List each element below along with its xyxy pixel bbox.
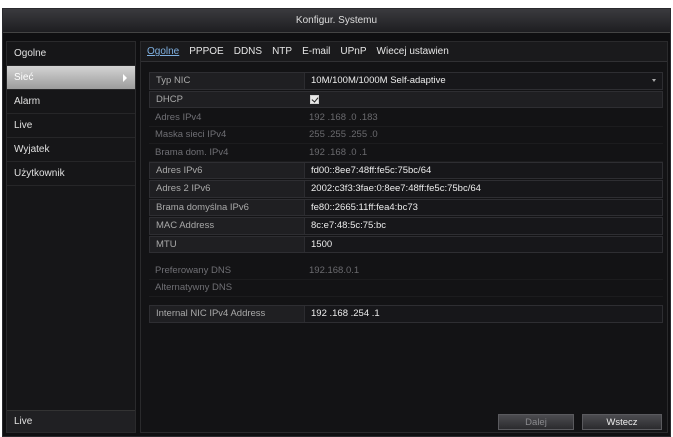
sidebar-item-uzytkownik[interactable]: Użytkownik [7,162,135,186]
sidebar-item-label: Alarm [14,96,41,107]
dhcp-label: DHCP [156,93,183,105]
sidebar-item-live[interactable]: Live [7,114,135,138]
network-settings-panel: Ogolne PPPOE DDNS NTP E-mail UPnP Wiecej… [140,41,668,433]
tab-ogolne[interactable]: Ogolne [147,46,179,57]
dhcp-row: DHCP [149,90,663,108]
alternate-dns-row: Alternatywny DNS [149,280,663,297]
nic-type-label: Typ NIC [156,75,191,87]
sidebar: Ogolne Sieć Alarm Live Wyjatek Użytkowni… [6,41,136,433]
ipv4-gateway-row: Brama dom. IPv4 192 .168 .0 .1 [149,144,663,162]
ipv4-mask-field: 255 .255 .255 .0 [309,129,378,141]
alternate-dns-field [303,280,663,297]
ipv4-address-field: 192 .168 .0 .183 [309,111,378,123]
dhcp-checkbox-wrap [304,92,662,108]
mtu-row: MTU 1500 [149,235,663,253]
ipv6-address-field[interactable]: fd00::8ee7:48ff:fe5c:75bc/64 [304,162,662,178]
live-view-button[interactable]: Live [7,410,135,432]
ipv6-gateway-row: Brama domyślna IPv6 fe80::2665:11ff:fea4… [149,198,663,216]
sidebar-item-siec[interactable]: Sieć [7,66,135,90]
tab-email[interactable]: E-mail [302,46,330,57]
mac-address-row: MAC Address 8c:e7:48:5c:75:bc [149,217,663,235]
ipv6-address-row: Adres IPv6 fd00::8ee7:48ff:fe5c:75bc/64 [149,161,663,179]
chevron-right-icon [123,74,127,82]
preferred-dns-field: 192.168.0.1 [309,264,360,276]
ipv4-gateway-label: Brama dom. IPv4 [155,146,229,158]
ipv6-address2-field[interactable]: 2002:c3f3:3fae:0:8ee7:48ff:fe5c:75bc/64 [304,181,662,197]
ipv4-address-label: Adres IPv4 [155,111,202,123]
ipv4-mask-label: Maska sieci IPv4 [155,129,227,141]
mtu-field[interactable]: 1500 [304,236,662,252]
ipv6-address2-label: Adres 2 IPv6 [156,183,211,195]
sidebar-item-label: Live [14,120,33,131]
mac-address-label: MAC Address [156,220,215,232]
sidebar-item-label: Ogolne [14,48,47,59]
sidebar-item-wyjatek[interactable]: Wyjatek [7,138,135,162]
tab-bar: Ogolne PPPOE DDNS NTP E-mail UPnP Wiecej… [141,42,667,62]
preferred-dns-row: Preferowany DNS 192.168.0.1 [149,262,663,280]
tab-ntp[interactable]: NTP [272,46,292,57]
tab-ddns[interactable]: DDNS [234,46,262,57]
mac-address-field: 8c:e7:48:5c:75:bc [304,218,662,234]
ipv6-gateway-field[interactable]: fe80::2665:11ff:fea4:bc73 [304,199,662,215]
sidebar-item-alarm[interactable]: Alarm [7,90,135,114]
tab-more-settings[interactable]: Wiecej ustawien [377,46,449,57]
ipv6-gateway-label: Brama domyślna IPv6 [156,201,249,213]
mtu-label: MTU [156,238,177,250]
internal-nic-row: Internal NIC IPv4 Address 192 .168 .254 … [149,305,663,323]
preferred-dns-label: Preferowany DNS [155,264,232,276]
dropdown-arrow-icon [652,79,656,82]
sidebar-item-ogolne[interactable]: Ogolne [7,42,135,66]
sidebar-item-label: Użytkownik [14,168,65,179]
system-config-window: Konfigur. Systemu Ogolne Sieć Alarm Live… [2,8,671,437]
tab-upnp[interactable]: UPnP [340,46,366,57]
ipv4-mask-row: Maska sieci IPv4 255 .255 .255 .0 [149,127,663,144]
ipv6-address-label: Adres IPv6 [156,164,203,176]
back-button[interactable]: Wstecz [582,414,662,430]
internal-nic-field[interactable]: 192 .168 .254 .1 [304,306,662,322]
ipv6-address2-row: Adres 2 IPv6 2002:c3f3:3fae:0:8ee7:48ff:… [149,180,663,198]
alternate-dns-label: Alternatywny DNS [155,282,233,294]
ipv4-address-row: Adres IPv4 192 .168 .0 .183 [149,109,663,127]
sidebar-item-label: Sieć [14,72,34,83]
apply-button[interactable]: Dalej [498,414,574,430]
settings-form: Typ NIC 10M/100M/1000M Self-adaptive DHC… [149,72,663,324]
window-title: Konfigur. Systemu [3,9,670,33]
nic-type-select[interactable]: 10M/100M/1000M Self-adaptive [304,73,662,89]
internal-nic-label: Internal NIC IPv4 Address [156,308,266,320]
ipv4-gateway-field: 192 .168 .0 .1 [309,146,368,158]
nic-type-row: Typ NIC 10M/100M/1000M Self-adaptive [149,72,663,90]
tab-pppoe[interactable]: PPPOE [189,46,223,57]
sidebar-item-label: Wyjatek [14,144,50,155]
dhcp-checkbox[interactable] [310,94,319,104]
nic-type-value: 10M/100M/1000M Self-adaptive [311,75,446,87]
